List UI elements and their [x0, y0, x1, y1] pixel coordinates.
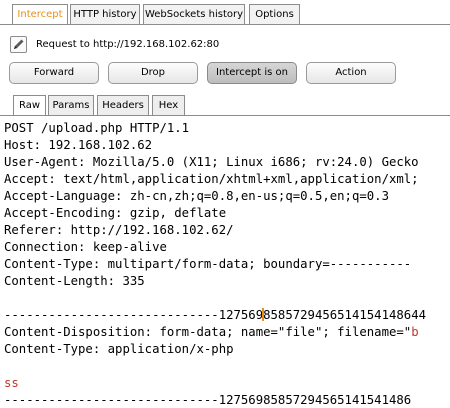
header-connection: Connection: keep-alive: [4, 240, 167, 254]
boundary-text-end: 8585729456514154148644: [263, 308, 426, 322]
multipart-boundary-line: -----------------------------12756985857…: [4, 307, 426, 324]
header-content-type: Content-Type: multipart/form-data; bound…: [4, 257, 412, 271]
part-content-type-line: Content-Type: application/x-php: [4, 342, 234, 356]
header-accept-encoding: Accept-Encoding: gzip, deflate: [4, 206, 227, 220]
filename-value: b: [411, 325, 419, 339]
header-accept: Accept: text/html,application/xhtml+xml,…: [4, 172, 419, 186]
tab-http-history[interactable]: HTTP history: [70, 4, 140, 24]
action-button[interactable]: Action: [306, 62, 396, 84]
tab-headers[interactable]: Headers: [97, 95, 149, 115]
tab-websockets-history[interactable]: WebSockets history: [143, 4, 245, 24]
raw-request-editor[interactable]: POST /upload.php HTTP/1.1 Host: 192.168.…: [0, 118, 450, 408]
boundary-text-start: -----------------------------127569: [4, 308, 264, 322]
intercept-toggle-button[interactable]: Intercept is on: [207, 62, 297, 84]
edit-icon[interactable]: [10, 36, 27, 53]
multipart-closing-boundary: -----------------------------12756985857…: [4, 393, 412, 407]
request-line: POST /upload.php HTTP/1.1: [4, 121, 190, 135]
header-host: Host: 192.168.102.62: [4, 138, 153, 152]
tab-raw[interactable]: Raw: [13, 95, 46, 116]
content-disposition-line: Content-Disposition: form-data; name="fi…: [4, 324, 419, 341]
proxy-tab-bar: Intercept HTTP history WebSockets histor…: [0, 0, 450, 27]
file-body-line: ss: [4, 376, 19, 390]
forward-button[interactable]: Forward: [9, 62, 99, 84]
header-referer: Referer: http://192.168.102.62/: [4, 223, 234, 237]
tab-options[interactable]: Options: [249, 4, 300, 24]
tab-divider: [0, 24, 450, 25]
tab-hex[interactable]: Hex: [152, 95, 185, 115]
tab-intercept[interactable]: Intercept: [12, 4, 68, 25]
pencil-icon: [14, 39, 24, 49]
drop-button[interactable]: Drop: [108, 62, 198, 84]
header-accept-language: Accept-Language: zh-cn,zh;q=0.8,en-us;q=…: [4, 189, 389, 203]
content-disposition-text: Content-Disposition: form-data; name="fi…: [4, 325, 412, 339]
header-content-length: Content-Length: 335: [4, 274, 145, 288]
message-view-tabs: Raw Params Headers Hex: [0, 93, 450, 117]
header-user-agent: User-Agent: Mozilla/5.0 (X11; Linux i686…: [4, 155, 419, 169]
tab-params[interactable]: Params: [48, 95, 94, 115]
subtab-divider: [0, 115, 450, 116]
request-target-label: Request to http://192.168.102.62:80: [36, 39, 220, 50]
